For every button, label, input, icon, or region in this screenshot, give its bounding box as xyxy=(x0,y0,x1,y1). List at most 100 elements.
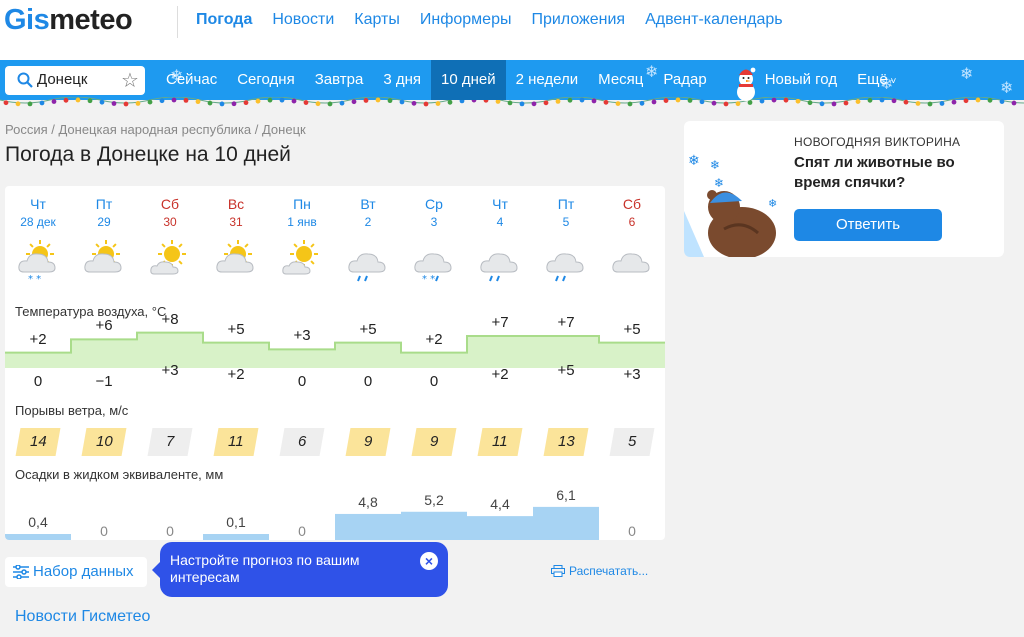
temp-min: +3 xyxy=(623,366,641,383)
garland-bulb xyxy=(615,101,621,106)
day-date: 5 xyxy=(562,215,570,229)
favorite-star-icon[interactable]: ☆ xyxy=(121,68,139,93)
weather-cloud-rain-icon xyxy=(346,238,390,282)
temp-min: 0 xyxy=(33,373,43,390)
dataset-button[interactable]: Набор данных xyxy=(5,557,147,587)
wind-gust: 11 xyxy=(213,428,259,456)
garland-bulb xyxy=(999,99,1005,104)
garland-bulb xyxy=(603,99,609,105)
nav-prilozheniya[interactable]: Приложения xyxy=(531,11,625,29)
weather-cloud-snow-icon: * * xyxy=(412,238,456,285)
day-name: Пн xyxy=(293,196,311,212)
temp-min: 0 xyxy=(429,373,439,390)
weather-cloud-rain-icon xyxy=(544,238,588,282)
day-header[interactable]: Сб 30 xyxy=(137,196,203,229)
wind-gust: 6 xyxy=(279,428,325,456)
tab-more[interactable]: Ещё ˅ xyxy=(847,60,906,100)
tab-10-days[interactable]: 10 дней xyxy=(431,60,506,100)
day-date: 1 янв xyxy=(287,215,317,229)
garland-bulb xyxy=(507,100,513,106)
day-name: Пт xyxy=(557,196,575,212)
garland-bulb xyxy=(27,101,33,107)
day-header[interactable]: Пт 29 xyxy=(71,196,137,229)
garland-bulb xyxy=(1011,100,1017,106)
garland-bulb xyxy=(723,101,729,107)
garland-bulb xyxy=(699,99,705,105)
nav-novosti[interactable]: Новости xyxy=(272,11,334,29)
day-header[interactable]: Ср 3 xyxy=(401,196,467,229)
weather-sun-cloud-icon xyxy=(280,238,324,282)
day-header[interactable]: Чт 28 дек xyxy=(5,196,71,229)
wind-gust: 7 xyxy=(147,428,193,456)
top-header: Gismeteo Погода Новости Карты Информеры … xyxy=(0,0,1024,60)
news-link[interactable]: Новости Гисметео xyxy=(15,608,150,626)
weather-cloud-icon xyxy=(610,238,654,282)
day-date: 3 xyxy=(430,215,438,229)
day-name: Сб xyxy=(622,196,642,212)
garland-bulb xyxy=(735,101,741,107)
tab-now[interactable]: Сейчас xyxy=(156,60,227,100)
weather-sun-cloud-icon xyxy=(148,238,192,282)
tooltip-arrow xyxy=(152,562,160,578)
garland-bulb xyxy=(75,97,81,103)
precip-bar xyxy=(203,534,269,540)
garland-bulb xyxy=(39,100,45,106)
garland-bulb xyxy=(531,101,537,107)
garland-bulb xyxy=(219,101,225,107)
tab-tomorrow[interactable]: Завтра xyxy=(305,60,374,100)
temp-max: +8 xyxy=(161,310,179,328)
temp-max: +5 xyxy=(623,320,641,338)
tab-3-days[interactable]: 3 дня xyxy=(373,60,431,100)
garland-bulb xyxy=(63,97,69,103)
temp-min: −1 xyxy=(95,373,113,390)
day-name: Чт xyxy=(30,196,46,212)
tab-today[interactable]: Сегодня xyxy=(227,60,305,100)
answer-button[interactable]: Ответить xyxy=(794,209,942,241)
wind-gust: 9 xyxy=(411,428,457,456)
breadcrumb[interactable]: Россия / Донецкая народная республика / … xyxy=(5,122,306,137)
day-header[interactable]: Вс 31 xyxy=(203,196,269,229)
garland-bulb xyxy=(651,99,657,105)
gismeteo-logo[interactable]: Gismeteo xyxy=(4,4,133,37)
close-icon[interactable]: × xyxy=(420,552,438,570)
search-value[interactable]: Донецк xyxy=(37,71,87,88)
day-header[interactable]: Пн 1 янв xyxy=(269,196,335,229)
garland-bulb xyxy=(519,101,525,107)
garland-bulb xyxy=(975,97,981,103)
day-header[interactable]: Вт 2 xyxy=(335,196,401,229)
nav-pogoda[interactable]: Погода xyxy=(196,11,252,29)
temp-max: +5 xyxy=(227,320,245,338)
nav-advent[interactable]: Адвент-календарь xyxy=(645,11,783,29)
nav-informery[interactable]: Информеры xyxy=(420,11,512,29)
day-date: 4 xyxy=(496,215,504,229)
day-name: Ср xyxy=(425,196,443,212)
day-date: 28 дек xyxy=(20,215,56,229)
day-header[interactable]: Сб 6 xyxy=(599,196,665,229)
tab-month[interactable]: Месяц xyxy=(588,60,653,100)
garland-bulb xyxy=(627,101,633,107)
garland-bulb xyxy=(3,100,9,106)
precip-bar xyxy=(533,506,599,540)
snowman-icon xyxy=(737,67,756,101)
garland-bulb xyxy=(399,99,405,105)
day-header[interactable]: Пт 5 xyxy=(533,196,599,229)
temp-min: 0 xyxy=(363,373,373,390)
svg-text:❄: ❄ xyxy=(710,158,720,172)
print-link[interactable]: Распечатать... xyxy=(551,564,648,578)
city-search-input[interactable]: Донецк ☆ xyxy=(5,66,145,95)
day-date: 31 xyxy=(229,215,243,229)
svg-text:❄: ❄ xyxy=(714,176,724,190)
day-date: 2 xyxy=(364,215,372,229)
page-title: Погода в Донецке на 10 дней xyxy=(5,143,291,166)
precip-value: 0 xyxy=(628,523,636,539)
quiz-promo-card[interactable]: ❄ ❄ ❄ ❄ НОВОГОДНЯЯ ВИКТОРИНА Спят ли жив… xyxy=(684,121,1004,257)
garland-bulb xyxy=(927,101,933,107)
garland-bulb xyxy=(147,99,153,105)
tab-radar[interactable]: Радар xyxy=(653,60,716,100)
tab-2-weeks[interactable]: 2 недели xyxy=(506,60,589,100)
weather-partly-cloudy-snow-icon: * * xyxy=(16,238,60,285)
precip-value: 5,2 xyxy=(424,491,444,508)
temp-max: +3 xyxy=(293,327,311,345)
nav-karty[interactable]: Карты xyxy=(354,11,400,29)
day-header[interactable]: Чт 4 xyxy=(467,196,533,229)
